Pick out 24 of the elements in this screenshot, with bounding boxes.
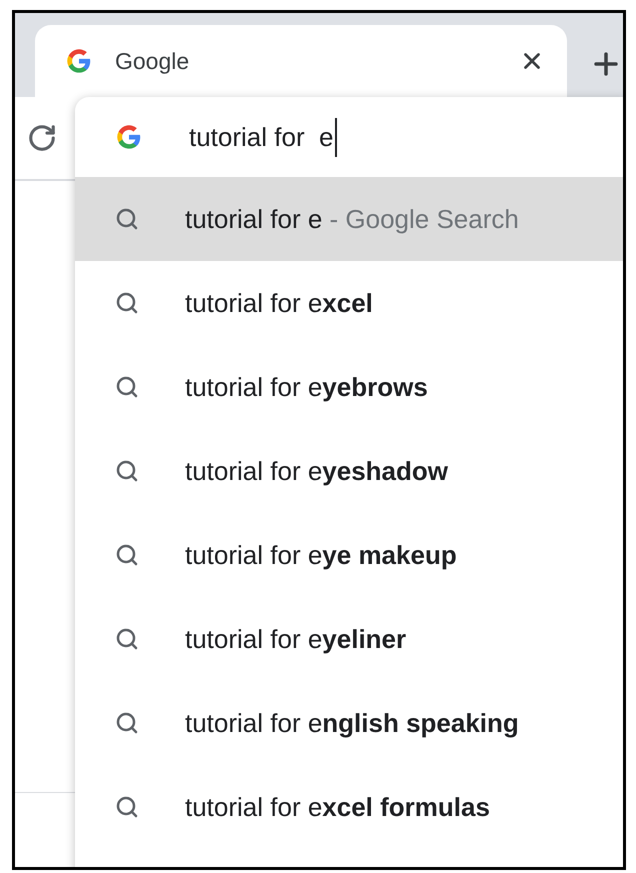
- suggestion-item[interactable]: tutorial for e - Google Search: [75, 177, 623, 261]
- suggestion-text: tutorial for eye makeup: [185, 538, 457, 572]
- suggestion-text: tutorial for excel: [185, 286, 373, 320]
- search-icon: [115, 207, 139, 231]
- suggestion-text: tutorial for e - Google Search: [185, 202, 519, 236]
- omnibox-text: tutorial for e: [189, 118, 337, 156]
- search-icon: [115, 711, 139, 735]
- search-icon: [115, 795, 139, 819]
- suggestion-text: tutorial for eyeshadow: [185, 454, 448, 488]
- search-icon: [115, 375, 139, 399]
- browser-tab[interactable]: Google: [35, 25, 567, 97]
- suggestion-text: tutorial for english speaking: [185, 706, 519, 740]
- search-icon: [115, 627, 139, 651]
- suggestion-text: tutorial for excel formulas: [185, 790, 490, 824]
- suggestion-text: tutorial for eyeliner: [185, 622, 406, 656]
- tab-title: Google: [115, 46, 190, 76]
- search-icon: [115, 459, 139, 483]
- search-icon: [115, 543, 139, 567]
- omnibox-field[interactable]: tutorial for e: [75, 97, 623, 177]
- suggestion-text: tutorial for eyebrows: [185, 370, 428, 404]
- search-icon: [115, 291, 139, 315]
- google-g-icon: [115, 123, 143, 151]
- google-g-icon: [65, 47, 93, 75]
- reload-icon[interactable]: [27, 123, 57, 153]
